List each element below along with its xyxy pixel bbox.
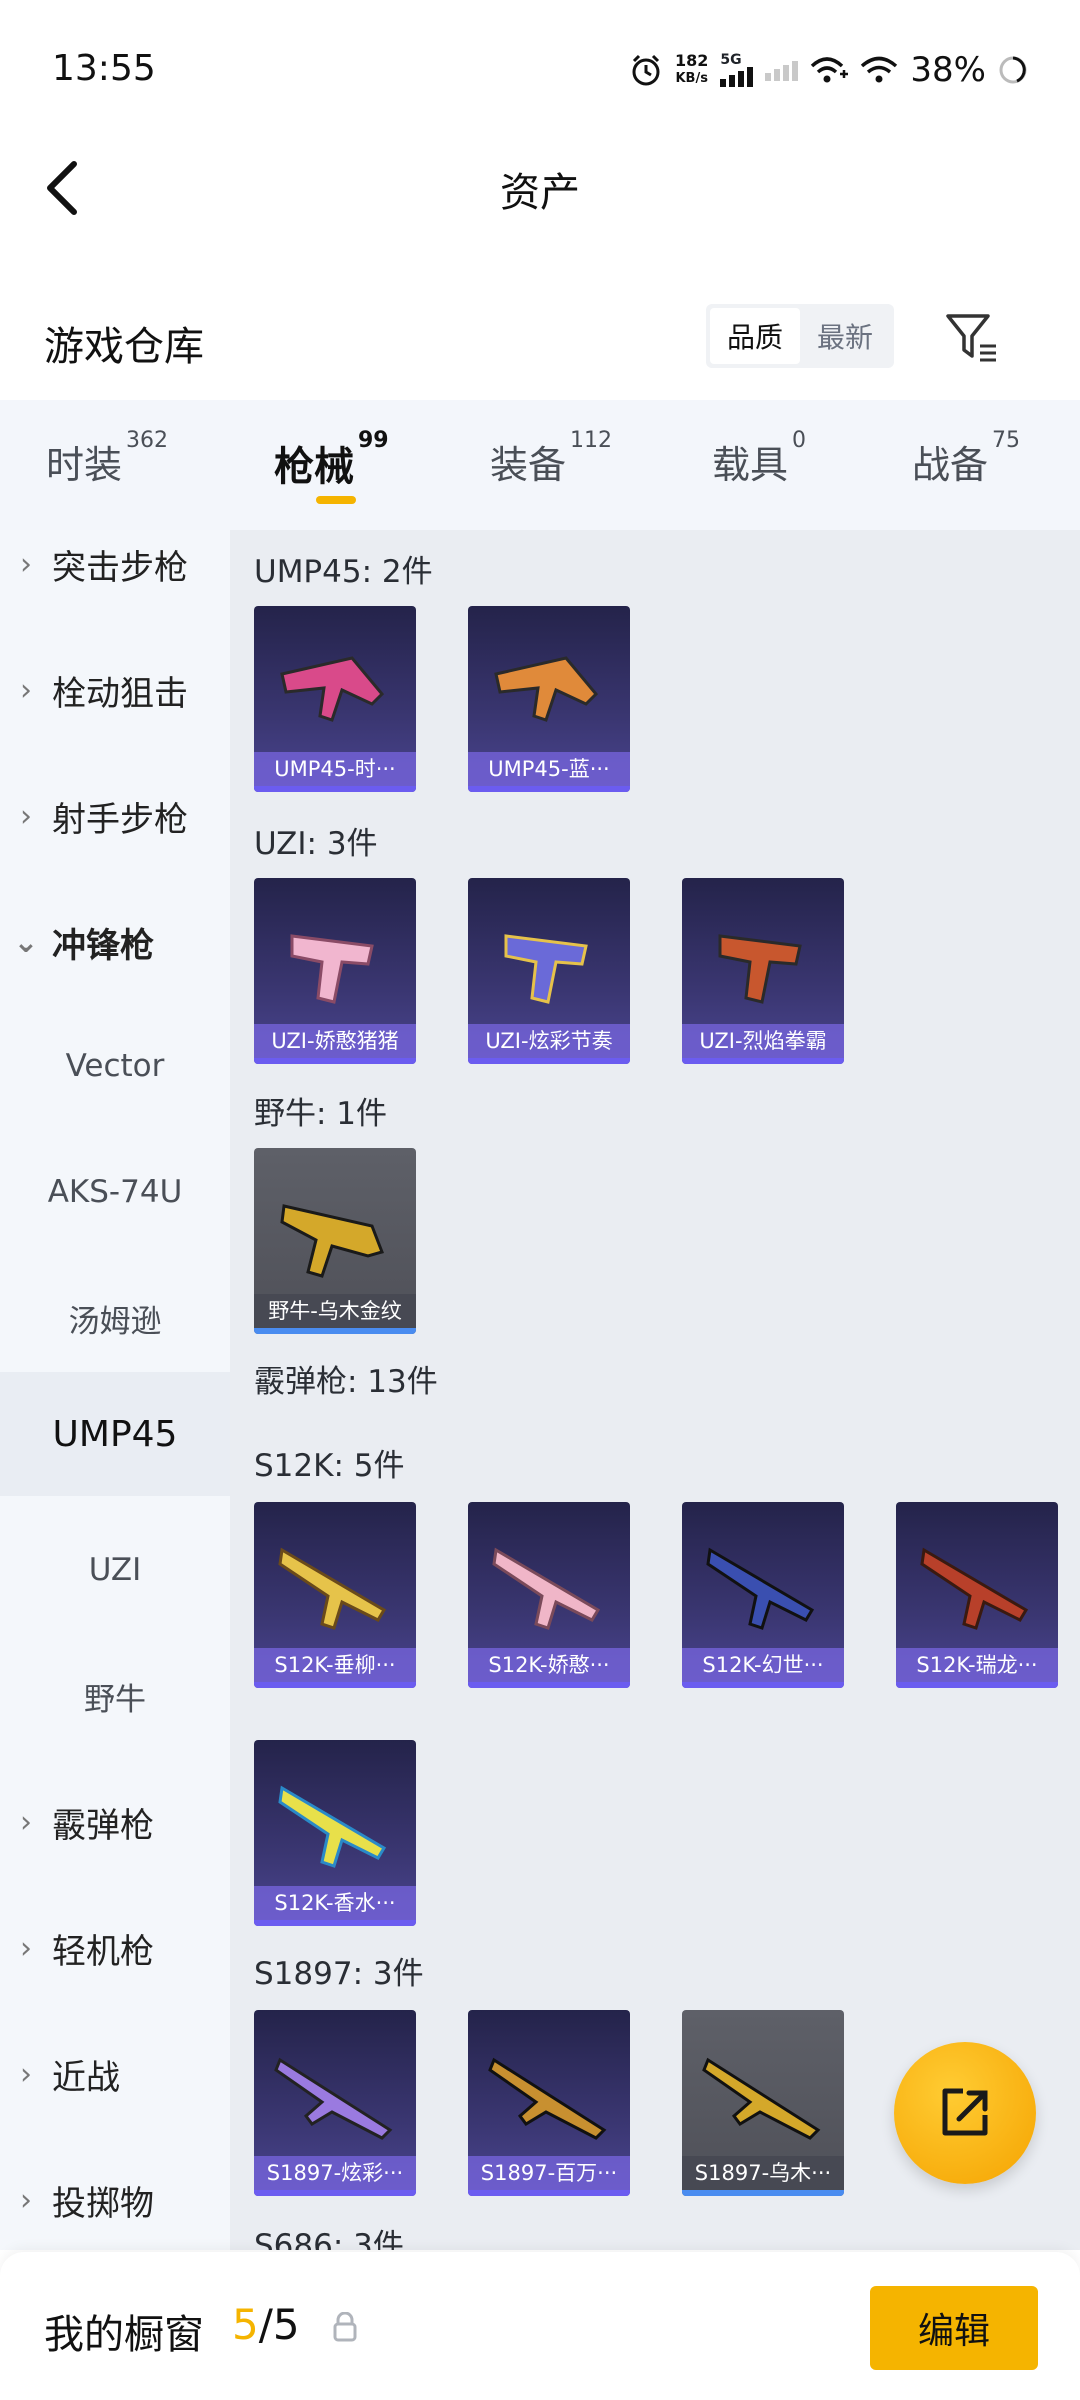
signal-weak-icon	[765, 59, 799, 81]
weapon-card[interactable]: S12K-垂柳···	[254, 1502, 416, 1688]
edit-button[interactable]: 编辑	[870, 2286, 1038, 2370]
weapon-card[interactable]: UMP45-时···	[254, 606, 416, 792]
page-title: 资产	[500, 170, 580, 216]
weapon-card[interactable]: S12K-幻世···	[682, 1502, 844, 1688]
s12k-skin-icon	[920, 1547, 1029, 1630]
lock-icon	[333, 2312, 357, 2342]
network-speed: 182 KB/s	[675, 51, 709, 87]
weapon-card[interactable]: S1897-炫彩···	[254, 2010, 416, 2196]
weapon-card[interactable]: UZI-炫彩节奏	[468, 878, 630, 1064]
smg-skin-icon	[280, 656, 385, 722]
status-icons: 182 KB/s 5G 38%	[629, 46, 1028, 94]
sidebar-item-shotgun[interactable]: › 霰弹枪	[0, 1782, 230, 1862]
sidebar-item-bolt-sniper[interactable]: › 栓动狙击	[0, 650, 230, 730]
filter-icon[interactable]	[944, 310, 1000, 366]
chevron-down-icon: ⌄	[13, 924, 39, 960]
tab-supplies[interactable]: 战备75	[912, 428, 1020, 489]
weapon-grid: UMP45: 2件 UMP45-时··· UMP45-蓝··· UZI: 3件 …	[230, 530, 1080, 2250]
sidebar-item-throwable[interactable]: › 投掷物	[0, 2160, 230, 2240]
uzi-skin-icon	[504, 934, 588, 1004]
smg-skin-icon	[494, 656, 599, 722]
category-tabs: 时装362 枪械99 装备112 载具0 战备75	[0, 400, 1080, 530]
tab-vehicles[interactable]: 载具0	[712, 428, 806, 489]
s1897-skin-icon	[274, 2057, 393, 2140]
bizon-skin-icon	[280, 1204, 384, 1278]
battery-icon	[999, 56, 1027, 84]
sidebar-item-melee[interactable]: › 近战	[0, 2034, 230, 2114]
group-title-shotgun: 霰弹枪: 13件	[254, 1364, 438, 1400]
network-type: 5G	[720, 52, 742, 68]
weapon-card[interactable]: 野牛-乌木金纹	[254, 1148, 416, 1334]
alarm-icon	[632, 54, 660, 86]
sidebar-subitem-aks74u[interactable]: AKS-74U	[0, 1152, 230, 1232]
chevron-right-icon: ›	[20, 546, 32, 582]
chevron-right-icon: ›	[20, 1804, 32, 1840]
chevron-right-icon: ›	[20, 2182, 32, 2218]
sort-quality-button[interactable]: 品质	[710, 308, 800, 364]
uzi-skin-icon	[290, 934, 374, 1004]
sidebar-subitem-uzi[interactable]: UZI	[0, 1530, 230, 1610]
uzi-skin-icon	[718, 934, 802, 1004]
weapon-category-sidebar: › 突击步枪 › 栓动狙击 › 射手步枪 ⌄ 冲锋枪 Vector AKS-74…	[0, 530, 230, 2250]
share-button[interactable]	[894, 2042, 1036, 2184]
status-bar: 13:55 182 KB/s 5G 38%	[0, 0, 1080, 140]
group-title-uzi: UZI: 3件	[254, 826, 378, 862]
weapon-card[interactable]: S12K-瑞龙···	[896, 1502, 1058, 1688]
tab-guns[interactable]: 枪械99	[274, 428, 389, 504]
chevron-right-icon: ›	[20, 2056, 32, 2092]
wifi-icon	[861, 56, 898, 83]
group-title-s12k: S12K: 5件	[254, 1448, 405, 1484]
sidebar-subitem-vector[interactable]: Vector	[0, 1026, 230, 1106]
sidebar-item-assault-rifle[interactable]: › 突击步枪	[0, 530, 230, 604]
signal-icon	[720, 67, 754, 87]
battery-percent: 38%	[910, 50, 986, 90]
group-title-s1897: S1897: 3件	[254, 1956, 424, 1992]
sidebar-item-smg[interactable]: ⌄ 冲锋枪	[0, 902, 230, 982]
clock: 13:55	[52, 48, 156, 89]
weapon-card[interactable]: S1897-乌木···	[682, 2010, 844, 2196]
warehouse-title: 游戏仓库	[44, 324, 204, 370]
showcase-label: 我的橱窗	[44, 2312, 204, 2358]
sort-newest-button[interactable]: 最新	[800, 308, 890, 364]
sidebar-item-marksman[interactable]: › 射手步枪	[0, 776, 230, 856]
s12k-skin-icon	[278, 1785, 387, 1868]
active-tab-underline	[316, 496, 356, 504]
s1897-skin-icon	[488, 2057, 607, 2140]
s12k-skin-icon	[492, 1547, 601, 1630]
group-title-bizon: 野牛: 1件	[254, 1096, 388, 1132]
sidebar-subitem-thompson[interactable]: 汤姆逊	[0, 1278, 230, 1358]
s12k-skin-icon	[706, 1547, 815, 1630]
chevron-right-icon: ›	[20, 1930, 32, 1966]
tab-fashion[interactable]: 时装362	[46, 428, 168, 489]
weapon-card[interactable]: S12K-娇憨···	[468, 1502, 630, 1688]
s1897-skin-icon	[702, 2057, 821, 2140]
weapon-card[interactable]: S1897-百万···	[468, 2010, 630, 2196]
sidebar-subitem-ump45[interactable]: UMP45	[0, 1372, 230, 1496]
chevron-right-icon: ›	[20, 672, 32, 708]
weapon-card[interactable]: UZI-烈焰拳霸	[682, 878, 844, 1064]
weapon-card[interactable]: UMP45-蓝···	[468, 606, 630, 792]
weapon-card[interactable]: S12K-香水···	[254, 1740, 416, 1926]
tab-equipment[interactable]: 装备112	[490, 428, 612, 489]
group-title-s686: S686: 3件	[254, 2228, 404, 2250]
top-nav: 资产	[0, 140, 1080, 230]
chevron-right-icon: ›	[20, 798, 32, 834]
sort-toggle: 品质 最新	[706, 304, 894, 368]
group-title-ump45: UMP45: 2件	[254, 554, 433, 590]
sidebar-subitem-bizon[interactable]: 野牛	[0, 1656, 230, 1736]
share-export-icon	[942, 2088, 988, 2136]
wifi-call-icon	[811, 57, 849, 83]
weapon-card[interactable]: UZI-娇憨猪猪	[254, 878, 416, 1064]
s12k-skin-icon	[278, 1547, 387, 1630]
sidebar-item-lmg[interactable]: › 轻机枪	[0, 1908, 230, 1988]
showcase-count: 5/5	[232, 2300, 300, 2349]
showcase-bar: 我的橱窗 5/5 编辑	[0, 2252, 1080, 2400]
